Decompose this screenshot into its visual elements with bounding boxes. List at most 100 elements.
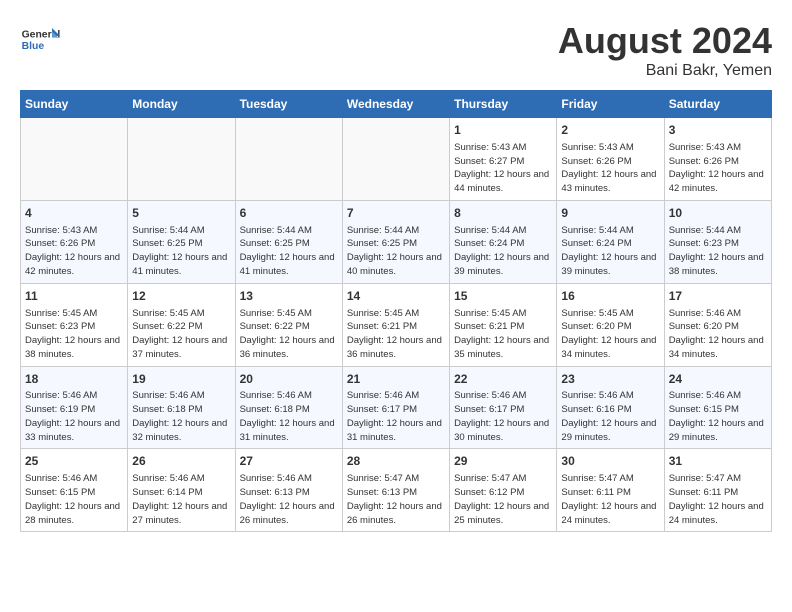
calendar-cell: 20Sunrise: 5:46 AMSunset: 6:18 PMDayligh…: [235, 366, 342, 449]
day-number: 3: [669, 122, 767, 139]
calendar-cell: 2 Sunrise: 5:43 AMSunset: 6:26 PMDaylight…: [557, 118, 664, 201]
calendar-cell: 24Sunrise: 5:46 AMSunset: 6:15 PMDayligh…: [664, 366, 771, 449]
location: Bani Bakr, Yemen: [558, 62, 772, 80]
day-info: Sunrise: 5:43 AMSunset: 6:26 PMDaylight:…: [669, 141, 767, 196]
svg-text:Blue: Blue: [22, 41, 45, 52]
day-info: Sunrise: 5:46 AMSunset: 6:17 PMDaylight:…: [347, 389, 445, 444]
calendar-cell: 8Sunrise: 5:44 AMSunset: 6:24 PMDaylight…: [450, 200, 557, 283]
calendar-cell: 30Sunrise: 5:47 AMSunset: 6:11 PMDayligh…: [557, 449, 664, 532]
logo-icon: General Blue: [20, 20, 60, 60]
day-info: Sunrise: 5:46 AMSunset: 6:14 PMDaylight:…: [132, 472, 230, 527]
calendar-table: SundayMondayTuesdayWednesdayThursdayFrid…: [20, 90, 772, 532]
day-info: Sunrise: 5:45 AMSunset: 6:21 PMDaylight:…: [347, 307, 445, 362]
weekday-tuesday: Tuesday: [235, 91, 342, 118]
calendar-cell: 22Sunrise: 5:46 AMSunset: 6:17 PMDayligh…: [450, 366, 557, 449]
weekday-header-row: SundayMondayTuesdayWednesdayThursdayFrid…: [21, 91, 772, 118]
day-number: 19: [132, 371, 230, 388]
day-number: 30: [561, 453, 659, 470]
day-number: 25: [25, 453, 123, 470]
day-info: Sunrise: 5:46 AMSunset: 6:15 PMDaylight:…: [25, 472, 123, 527]
day-number: 11: [25, 288, 123, 305]
day-info: Sunrise: 5:44 AMSunset: 6:25 PMDaylight:…: [347, 224, 445, 279]
calendar-cell: 17Sunrise: 5:46 AMSunset: 6:20 PMDayligh…: [664, 283, 771, 366]
calendar-week-3: 11 Sunrise: 5:45 AMSunset: 6:23 PMDayligh…: [21, 283, 772, 366]
calendar-cell: 18Sunrise: 5:46 AMSunset: 6:19 PMDayligh…: [21, 366, 128, 449]
day-number: 6: [240, 205, 338, 222]
page-header: General Blue August 2024 Bani Bakr, Yeme…: [20, 20, 772, 80]
day-number: 18: [25, 371, 123, 388]
calendar-cell: 6Sunrise: 5:44 AMSunset: 6:25 PMDaylight…: [235, 200, 342, 283]
logo: General Blue: [20, 20, 60, 60]
day-number: 12: [132, 288, 230, 305]
day-number: 4: [25, 205, 123, 222]
calendar-cell: [128, 118, 235, 201]
day-number: 31: [669, 453, 767, 470]
day-info: Sunrise: 5:44 AMSunset: 6:25 PMDaylight:…: [132, 224, 230, 279]
day-number: 17: [669, 288, 767, 305]
day-info: Sunrise: 5:45 AMSunset: 6:21 PMDaylight:…: [454, 307, 552, 362]
calendar-cell: 23Sunrise: 5:46 AMSunset: 6:16 PMDayligh…: [557, 366, 664, 449]
calendar-cell: 15 Sunrise: 5:45 AMSunset: 6:21 PMDayligh…: [450, 283, 557, 366]
calendar-cell: 9Sunrise: 5:44 AMSunset: 6:24 PMDaylight…: [557, 200, 664, 283]
calendar-cell: 1 Sunrise: 5:43 AMSunset: 6:27 PMDaylight…: [450, 118, 557, 201]
day-number: 24: [669, 371, 767, 388]
day-number: 29: [454, 453, 552, 470]
day-info: Sunrise: 5:46 AMSunset: 6:19 PMDaylight:…: [25, 389, 123, 444]
month-title: August 2024: [558, 20, 772, 62]
calendar-week-4: 18Sunrise: 5:46 AMSunset: 6:19 PMDayligh…: [21, 366, 772, 449]
day-info: Sunrise: 5:46 AMSunset: 6:18 PMDaylight:…: [240, 389, 338, 444]
day-info: Sunrise: 5:47 AMSunset: 6:13 PMDaylight:…: [347, 472, 445, 527]
calendar-cell: [235, 118, 342, 201]
day-number: 22: [454, 371, 552, 388]
calendar-cell: 11 Sunrise: 5:45 AMSunset: 6:23 PMDayligh…: [21, 283, 128, 366]
day-number: 13: [240, 288, 338, 305]
day-number: 7: [347, 205, 445, 222]
calendar-cell: 28Sunrise: 5:47 AMSunset: 6:13 PMDayligh…: [342, 449, 449, 532]
title-block: August 2024 Bani Bakr, Yemen: [558, 20, 772, 80]
calendar-cell: 4 Sunrise: 5:43 AMSunset: 6:26 PMDaylight…: [21, 200, 128, 283]
day-info: Sunrise: 5:45 AMSunset: 6:22 PMDaylight:…: [240, 307, 338, 362]
weekday-friday: Friday: [557, 91, 664, 118]
day-info: Sunrise: 5:45 AMSunset: 6:20 PMDaylight:…: [561, 307, 659, 362]
day-number: 5: [132, 205, 230, 222]
day-number: 20: [240, 371, 338, 388]
day-info: Sunrise: 5:46 AMSunset: 6:13 PMDaylight:…: [240, 472, 338, 527]
day-number: 27: [240, 453, 338, 470]
day-info: Sunrise: 5:46 AMSunset: 6:16 PMDaylight:…: [561, 389, 659, 444]
day-number: 1: [454, 122, 552, 139]
day-number: 16: [561, 288, 659, 305]
day-info: Sunrise: 5:46 AMSunset: 6:15 PMDaylight:…: [669, 389, 767, 444]
day-info: Sunrise: 5:46 AMSunset: 6:18 PMDaylight:…: [132, 389, 230, 444]
calendar-cell: [21, 118, 128, 201]
calendar-cell: 26Sunrise: 5:46 AMSunset: 6:14 PMDayligh…: [128, 449, 235, 532]
calendar-cell: 13 Sunrise: 5:45 AMSunset: 6:22 PMDayligh…: [235, 283, 342, 366]
calendar-week-2: 4 Sunrise: 5:43 AMSunset: 6:26 PMDaylight…: [21, 200, 772, 283]
calendar-cell: 5 Sunrise: 5:44 AMSunset: 6:25 PMDaylight…: [128, 200, 235, 283]
calendar-cell: 27 Sunrise: 5:46 AMSunset: 6:13 PMDayligh…: [235, 449, 342, 532]
day-number: 21: [347, 371, 445, 388]
calendar-cell: 19Sunrise: 5:46 AMSunset: 6:18 PMDayligh…: [128, 366, 235, 449]
day-info: Sunrise: 5:47 AMSunset: 6:12 PMDaylight:…: [454, 472, 552, 527]
calendar-cell: 3 Sunrise: 5:43 AMSunset: 6:26 PMDaylight…: [664, 118, 771, 201]
calendar-cell: 16 Sunrise: 5:45 AMSunset: 6:20 PMDayligh…: [557, 283, 664, 366]
day-info: Sunrise: 5:43 AMSunset: 6:26 PMDaylight:…: [25, 224, 123, 279]
weekday-sunday: Sunday: [21, 91, 128, 118]
day-info: Sunrise: 5:44 AMSunset: 6:24 PMDaylight:…: [454, 224, 552, 279]
day-number: 2: [561, 122, 659, 139]
day-info: Sunrise: 5:45 AMSunset: 6:23 PMDaylight:…: [25, 307, 123, 362]
day-info: Sunrise: 5:44 AMSunset: 6:23 PMDaylight:…: [669, 224, 767, 279]
day-number: 23: [561, 371, 659, 388]
day-number: 14: [347, 288, 445, 305]
weekday-wednesday: Wednesday: [342, 91, 449, 118]
day-number: 15: [454, 288, 552, 305]
calendar-cell: [342, 118, 449, 201]
calendar-cell: 25 Sunrise: 5:46 AMSunset: 6:15 PMDayligh…: [21, 449, 128, 532]
calendar-cell: 31Sunrise: 5:47 AMSunset: 6:11 PMDayligh…: [664, 449, 771, 532]
calendar-week-5: 25 Sunrise: 5:46 AMSunset: 6:15 PMDayligh…: [21, 449, 772, 532]
day-info: Sunrise: 5:43 AMSunset: 6:26 PMDaylight:…: [561, 141, 659, 196]
calendar-cell: 10 Sunrise: 5:44 AMSunset: 6:23 PMDayligh…: [664, 200, 771, 283]
day-number: 9: [561, 205, 659, 222]
day-info: Sunrise: 5:43 AMSunset: 6:27 PMDaylight:…: [454, 141, 552, 196]
day-number: 10: [669, 205, 767, 222]
day-info: Sunrise: 5:45 AMSunset: 6:22 PMDaylight:…: [132, 307, 230, 362]
